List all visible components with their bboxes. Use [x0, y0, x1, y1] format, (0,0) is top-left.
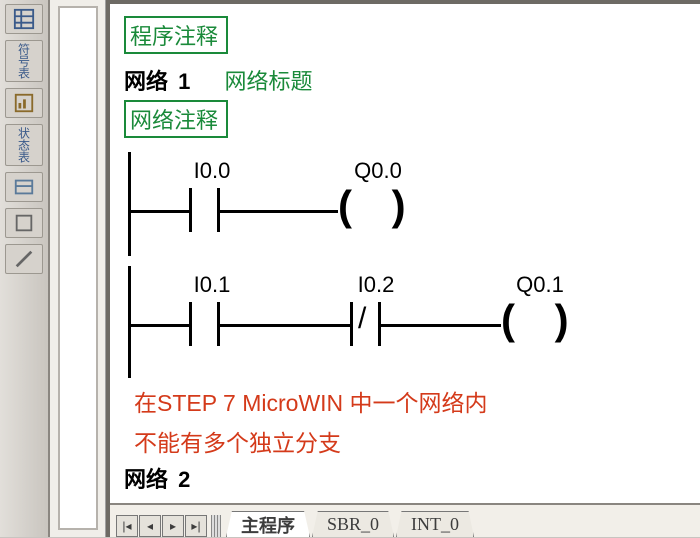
- symbol-table-button[interactable]: 符号表: [5, 40, 43, 82]
- toolbar-button-2[interactable]: [5, 88, 43, 118]
- contact-label: I0.0: [194, 158, 231, 184]
- module-icon: [13, 212, 35, 234]
- annotation-line-2: 不能有多个独立分支: [134, 424, 700, 458]
- tab-sbr0[interactable]: SBR_0: [312, 511, 394, 537]
- network-1-header[interactable]: 网络 1 网络标题: [124, 64, 700, 96]
- status-table-button[interactable]: 状态表: [5, 124, 43, 166]
- wire: [381, 324, 501, 327]
- contact-label: I0.2: [358, 272, 395, 298]
- tool-icon: [13, 248, 35, 270]
- network-number: 2: [178, 467, 190, 492]
- output-coil[interactable]: ( ): [501, 296, 583, 344]
- block-icon: [13, 176, 35, 198]
- coil-label: Q0.1: [516, 272, 564, 298]
- wire: [131, 210, 189, 213]
- tab-nav-prev[interactable]: ◂: [139, 515, 161, 537]
- grid-icon: [13, 8, 35, 30]
- network-title-field[interactable]: 网络标题: [225, 69, 313, 94]
- wire: [220, 324, 350, 327]
- network-2-header[interactable]: 网络 2: [124, 462, 700, 494]
- splitter-handle[interactable]: [211, 515, 221, 537]
- left-toolbar: 符号表 状态表: [0, 0, 50, 537]
- left-rail: [128, 266, 131, 378]
- contact-label: I0.1: [194, 272, 231, 298]
- tab-nav-first[interactable]: |◂: [116, 515, 138, 537]
- network-label: 网络: [124, 467, 168, 492]
- ladder-rung-1[interactable]: I0.0 Q0.0 ( ): [120, 152, 700, 256]
- margin-gutter: [50, 0, 106, 537]
- network-label: 网络: [124, 69, 168, 94]
- network-1-comment-field[interactable]: 网络注释: [124, 100, 228, 138]
- tab-int0[interactable]: INT_0: [396, 511, 474, 537]
- toolbar-button-3[interactable]: [5, 172, 43, 202]
- left-rail: [128, 152, 131, 256]
- annotation-line-1: 在STEP 7 MicroWIN 中一个网络内: [134, 384, 700, 418]
- tab-nav-last[interactable]: ▸|: [185, 515, 207, 537]
- output-coil[interactable]: ( ): [338, 182, 420, 230]
- toolbar-button-5[interactable]: [5, 244, 43, 274]
- pou-tab-bar: |◂ ◂ ▸ ▸| 主程序 SBR_0 INT_0: [110, 503, 700, 537]
- ladder-rung-2[interactable]: I0.1 I0.2 Q0.1 / ( ): [120, 266, 700, 378]
- tab-main[interactable]: 主程序: [226, 511, 310, 537]
- ladder-editor: 程序注释 网络 1 网络标题 网络注释 I0.0 Q0.0 ( ) I0.1 I…: [106, 0, 700, 537]
- wire: [131, 324, 189, 327]
- tab-nav-next[interactable]: ▸: [162, 515, 184, 537]
- toolbar-button-4[interactable]: [5, 208, 43, 238]
- coil-label: Q0.0: [354, 158, 402, 184]
- program-comment-field[interactable]: 程序注释: [124, 16, 228, 54]
- network-number: 1: [178, 69, 190, 94]
- wire: [220, 210, 338, 213]
- toolbar-button-1[interactable]: [5, 4, 43, 34]
- editor-content: 程序注释 网络 1 网络标题 网络注释 I0.0 Q0.0 ( ) I0.1 I…: [120, 14, 700, 503]
- chart-icon: [13, 92, 35, 114]
